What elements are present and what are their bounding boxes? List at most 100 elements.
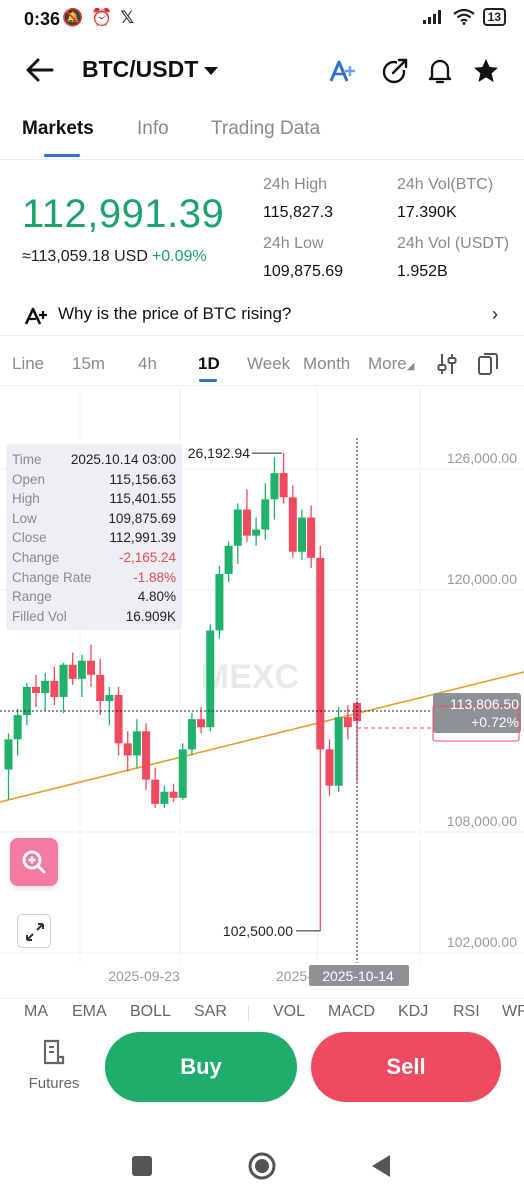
candle-body bbox=[224, 545, 233, 574]
candle-body bbox=[41, 680, 50, 693]
back-arrow-icon[interactable] bbox=[22, 52, 58, 88]
wifi-icon bbox=[452, 9, 475, 25]
tab-info[interactable]: Info bbox=[137, 118, 169, 140]
interval-15m[interactable]: 15m bbox=[72, 354, 105, 374]
tooltip-value: 109,875.69 bbox=[108, 510, 176, 526]
candle-body bbox=[50, 680, 59, 697]
tooltip-row: Close 112,991.39 bbox=[12, 528, 176, 548]
indicator-sar[interactable]: SAR bbox=[194, 1003, 227, 1021]
candle-body bbox=[132, 731, 141, 756]
interval-bar: Line 15m 4h 1D Week Month More◢ bbox=[0, 346, 524, 386]
candle-body bbox=[4, 739, 13, 770]
candle-body bbox=[261, 499, 270, 530]
share-icon[interactable] bbox=[380, 56, 410, 86]
y-tick-label: 108,000.00 bbox=[447, 813, 517, 829]
interval-more-label: More bbox=[368, 354, 407, 373]
chevron-right-icon: › bbox=[492, 304, 498, 324]
current-price-label: 113,806.50 bbox=[450, 696, 519, 712]
tooltip-key: Low bbox=[12, 510, 37, 526]
pair-header: BTC/USDT bbox=[0, 44, 524, 96]
indicator-settings-icon[interactable] bbox=[436, 352, 458, 376]
candle-body bbox=[343, 717, 352, 728]
active-tab-indicator bbox=[44, 154, 80, 157]
candle-body bbox=[242, 509, 251, 536]
fullscreen-chart-icon[interactable] bbox=[476, 351, 500, 377]
interval-4h[interactable]: 4h bbox=[138, 354, 157, 374]
tooltip-key: Open bbox=[12, 471, 46, 487]
tooltip-key: Time bbox=[12, 452, 42, 467]
x-tick-label: 2025-09-23 bbox=[108, 968, 180, 984]
sell-button[interactable]: Sell bbox=[311, 1032, 501, 1102]
candle-body bbox=[252, 529, 261, 536]
price-insight-row[interactable]: Why is the price of BTC rising? › bbox=[0, 296, 524, 336]
candle-body bbox=[334, 717, 343, 786]
bell-muted-icon: 🔕 bbox=[62, 8, 84, 27]
min-price-label: 102,500.00 bbox=[223, 923, 293, 939]
futures-button[interactable]: Futures bbox=[22, 1038, 86, 1092]
candle-body bbox=[77, 660, 86, 679]
home-icon[interactable] bbox=[247, 1151, 277, 1181]
system-nav-bar bbox=[0, 1140, 524, 1190]
alarm-icon: ⏰ bbox=[91, 8, 113, 27]
vol-usdt-value: 1.952B bbox=[397, 263, 448, 280]
low-24h-label: 24h Low bbox=[263, 235, 324, 252]
tab-trading-data[interactable]: Trading Data bbox=[211, 118, 320, 140]
battery-icon: 13 bbox=[482, 8, 506, 26]
candle-body bbox=[187, 719, 196, 750]
zoom-in-icon bbox=[22, 850, 46, 874]
indicator-ma[interactable]: MA bbox=[24, 1003, 48, 1021]
candle-body bbox=[151, 779, 160, 804]
tooltip-value: -1.88% bbox=[133, 569, 176, 585]
indicator-boll[interactable]: BOLL bbox=[130, 1003, 171, 1021]
active-interval-indicator bbox=[199, 379, 217, 382]
tooltip-value: 2025.10.14 03:00 bbox=[70, 452, 176, 467]
y-tick-label: 120,000.00 bbox=[447, 571, 517, 587]
indicator-rsi[interactable]: RSI bbox=[453, 1003, 480, 1021]
signal-icon bbox=[422, 10, 441, 24]
zoom-button[interactable] bbox=[10, 838, 58, 886]
indicator-divider bbox=[248, 1005, 249, 1021]
x-app-icon: 𝕏 bbox=[120, 8, 135, 27]
candle-body bbox=[197, 719, 206, 728]
status-bar: 0:36 🔕 ⏰ 𝕏 13 bbox=[0, 0, 524, 40]
y-tick-label: 102,000.00 bbox=[447, 934, 517, 950]
interval-month[interactable]: Month bbox=[303, 354, 350, 374]
ai-insight-icon bbox=[24, 307, 47, 325]
candle-body bbox=[279, 473, 288, 498]
usd-value: ≈113,059.18 USD +0.09% bbox=[22, 248, 207, 266]
indicator-kdj[interactable]: KDJ bbox=[398, 1003, 428, 1021]
tooltip-row: Change -2,165.24 bbox=[12, 548, 176, 568]
candle-body bbox=[325, 749, 334, 786]
indicator-ema[interactable]: EMA bbox=[72, 1003, 107, 1021]
interval-line[interactable]: Line bbox=[12, 354, 44, 374]
interval-more[interactable]: More◢ bbox=[368, 354, 414, 374]
tooltip-value: 112,991.39 bbox=[109, 530, 176, 546]
tab-markets[interactable]: Markets bbox=[22, 118, 94, 140]
candle-body bbox=[178, 749, 187, 798]
interval-week[interactable]: Week bbox=[247, 354, 290, 374]
pair-title: BTC/USDT bbox=[82, 56, 199, 82]
vol-btc-label: 24h Vol(BTC) bbox=[397, 176, 494, 193]
expand-arrows-icon bbox=[26, 923, 44, 941]
back-triangle-icon[interactable] bbox=[369, 1153, 393, 1179]
expand-chart-button[interactable] bbox=[17, 914, 51, 948]
indicator-macd[interactable]: MACD bbox=[328, 1003, 375, 1021]
pair-selector[interactable]: BTC/USDT bbox=[82, 56, 219, 83]
favorite-star-icon[interactable] bbox=[471, 56, 501, 86]
y-tick-label: 126,000.00 bbox=[447, 450, 517, 466]
alert-bell-icon[interactable] bbox=[425, 56, 455, 86]
candle-body bbox=[123, 743, 132, 756]
interval-1d[interactable]: 1D bbox=[198, 354, 220, 374]
clock: 0:36 bbox=[24, 9, 61, 29]
chevron-down-icon bbox=[204, 66, 219, 75]
recent-apps-icon[interactable] bbox=[131, 1155, 153, 1177]
tooltip-row: Open 115,156.63 bbox=[12, 470, 176, 490]
tooltip-row: High 115,401.55 bbox=[12, 489, 176, 509]
tooltip-key: Change bbox=[12, 549, 60, 565]
ai-insight-icon[interactable] bbox=[328, 56, 358, 86]
price-insight-text: Why is the price of BTC rising? bbox=[58, 304, 292, 323]
vol-usdt-label: 24h Vol (USDT) bbox=[397, 235, 510, 252]
indicator-wr[interactable]: WR bbox=[502, 1003, 524, 1021]
indicator-vol[interactable]: VOL bbox=[273, 1003, 305, 1021]
buy-button[interactable]: Buy bbox=[105, 1032, 297, 1102]
